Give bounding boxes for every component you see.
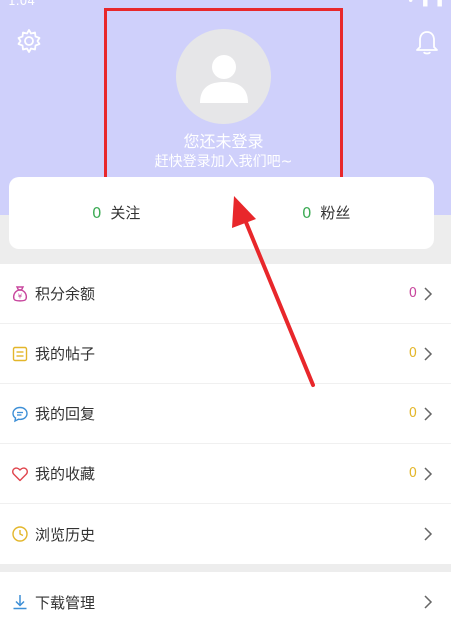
follow-label: 关注 (110, 204, 141, 222)
download-icon (13, 595, 27, 610)
menu-item-favorites[interactable]: 我的收藏 0 (0, 444, 451, 504)
menu-item-replies[interactable]: 我的回复 0 (0, 384, 451, 444)
bell-icon (416, 31, 438, 55)
chevron-right-icon (424, 527, 433, 541)
menu-item-label: 浏览历史 (35, 525, 96, 544)
menu-item-label: 我的收藏 (35, 465, 96, 483)
reply-icon (12, 406, 28, 422)
menu-item-label: 我的帖子 (35, 345, 96, 363)
status-indicators: • ▮ ▮ (407, 0, 445, 8)
menu-item-count: 0 (408, 466, 417, 481)
post-icon (12, 346, 28, 361)
menu-item-history[interactable]: 浏览历史 (0, 504, 451, 564)
menu-item-count: 0 (408, 346, 417, 361)
chevron-right-icon (424, 406, 433, 421)
clock-icon (12, 526, 28, 542)
svg-text:¥: ¥ (18, 292, 23, 300)
menu-item-label: 我的回复 (35, 405, 96, 423)
menu-list-secondary: 下载管理 (0, 572, 451, 631)
status-time: 1:04 (8, 0, 35, 8)
menu-item-label: 下载管理 (35, 593, 96, 612)
menu-item-posts[interactable]: 我的帖子 0 (0, 324, 451, 384)
moneybag-icon: ¥ (12, 285, 28, 302)
follow-count: 0 (92, 204, 102, 222)
fans-count: 0 (302, 204, 312, 222)
menu-item-points[interactable]: ¥ 积分余额 0 (0, 264, 451, 324)
fans-label: 粉丝 (320, 204, 351, 222)
fans-stat[interactable]: 0 粉丝 (302, 202, 350, 223)
stats-card: 0 关注 0 粉丝 (9, 177, 434, 249)
annotation-highlight-box (104, 8, 343, 189)
menu-list: ¥ 积分余额 0 我的帖子 0 我的回复 0 我的收藏 0 浏览历史 (0, 264, 451, 564)
menu-item-label: 积分余额 (35, 285, 96, 303)
chevron-right-icon (424, 595, 433, 609)
heart-icon (12, 466, 28, 481)
chevron-right-icon (424, 466, 433, 481)
menu-item-count: 0 (408, 406, 417, 421)
chevron-right-icon (424, 346, 433, 361)
settings-button[interactable] (14, 26, 44, 56)
menu-item-count: 0 (408, 286, 417, 301)
follow-stat[interactable]: 0 关注 (92, 202, 140, 223)
chevron-right-icon (424, 286, 433, 301)
gear-icon (17, 29, 41, 53)
menu-item-downloads[interactable]: 下载管理 (0, 572, 451, 631)
notification-button[interactable] (412, 28, 442, 58)
